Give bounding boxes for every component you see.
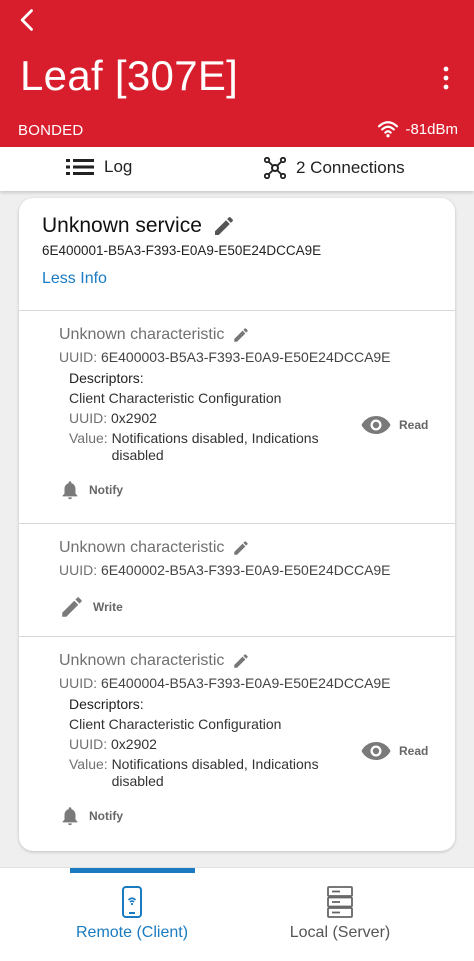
less-info-link[interactable]: Less Info [42,270,107,288]
more-vert-icon[interactable] [434,64,458,92]
connections-tab-label: 2 Connections [296,158,405,177]
wifi-icon [378,121,399,138]
write-button[interactable]: Write [59,594,123,620]
uuid-label: UUID: [69,736,108,752]
service-name: Unknown service [42,214,202,237]
local-server-label: Local (Server) [289,924,391,941]
pencil-icon [62,597,82,617]
characteristic-item: Unknown characteristic UUID: 6E400002-B5… [19,523,455,636]
descriptor-uuid-row: UUID: 0x2902 [69,410,157,426]
back-arrow-icon[interactable] [14,6,42,34]
uuid-label: UUID: [69,410,108,426]
value-label: Value: [69,756,108,772]
descriptor-uuid: 0x2902 [111,736,157,752]
edit-icon[interactable] [232,652,250,670]
device-title: Leaf [307E] [20,52,239,99]
bell-icon [62,481,78,500]
write-label: Write [93,600,123,614]
server-icon [327,886,353,918]
characteristic-name: Unknown characteristic [59,326,225,343]
remote-client-label: Remote (Client) [75,924,189,941]
edit-icon[interactable] [232,539,250,557]
service-name-row: Unknown service [42,214,236,238]
descriptor-name: Client Characteristic Configuration [69,716,282,732]
characteristic-name: Unknown characteristic [59,652,225,669]
bottom-navigation: Remote (Client) Local (Server) [0,867,474,961]
characteristic-uuid-row: UUID: 6E400004-B5A3-F393-E0A9-E50E24DCCA… [59,675,391,691]
service-uuid: 6E400001-B5A3-F393-E0A9-E50E24DCCA9E [42,243,322,258]
characteristic-uuid: 6E400003-B5A3-F393-E0A9-E50E24DCCA9E [101,349,391,365]
characteristic-item: Unknown characteristic UUID: 6E400003-B5… [19,310,455,523]
active-tab-indicator [70,868,195,873]
characteristic-name-row: Unknown characteristic [59,539,250,557]
notify-label: Notify [89,483,123,497]
uuid-label: UUID: [59,675,98,691]
read-button[interactable]: Read [361,741,428,761]
read-label: Read [399,744,429,758]
characteristic-name: Unknown characteristic [59,539,225,556]
notify-button[interactable]: Notify [59,804,123,828]
descriptor-uuid-row: UUID: 0x2902 [69,736,157,752]
descriptor-name: Client Characteristic Configuration [69,390,282,406]
uuid-label: UUID: [59,562,98,578]
descriptor-value-row: Value: Notifications disabled, Indicatio… [69,756,359,790]
read-button[interactable]: Read [361,415,428,435]
edit-icon[interactable] [212,214,236,238]
characteristic-name-row: Unknown characteristic [59,652,250,670]
eye-icon [361,416,391,434]
remote-client-tab[interactable]: Remote (Client) [62,886,202,942]
descriptor-value: Notifications disabled, Indications disa… [111,430,319,463]
service-card: Unknown service 6E400001-B5A3-F393-E0A9-… [19,198,455,851]
descriptor-uuid: 0x2902 [111,410,157,426]
read-label: Read [399,418,429,432]
edit-icon[interactable] [232,326,250,344]
top-tab-bar: Log 2 Connections [0,147,474,191]
notify-label: Notify [89,809,123,823]
value-label: Value: [69,430,108,446]
phone-bluetooth-icon [122,886,142,918]
characteristic-uuid: 6E400004-B5A3-F393-E0A9-E50E24DCCA9E [101,675,391,691]
log-tab[interactable]: Log [66,157,132,177]
characteristic-uuid-row: UUID: 6E400002-B5A3-F393-E0A9-E50E24DCCA… [59,562,391,578]
rssi-indicator: -81dBm [377,120,458,138]
list-icon [66,159,94,175]
rssi-value: -81dBm [405,120,458,138]
uuid-label: UUID: [59,349,98,365]
descriptors-title: Descriptors: [69,696,144,712]
log-tab-label: Log [104,157,133,176]
bell-icon [62,807,78,826]
descriptors-title: Descriptors: [69,370,144,386]
app-bar: Leaf [307E] BONDED -81dBm [0,0,474,147]
hub-icon [264,157,286,179]
characteristic-uuid-row: UUID: 6E400003-B5A3-F393-E0A9-E50E24DCCA… [59,349,391,365]
descriptor-value-row: Value: Notifications disabled, Indicatio… [69,430,359,464]
local-server-tab[interactable]: Local (Server) [270,886,410,942]
bond-status: BONDED [18,122,84,139]
connections-tab[interactable]: 2 Connections [264,157,405,179]
characteristic-item: Unknown characteristic UUID: 6E400004-B5… [19,636,455,851]
notify-button[interactable]: Notify [59,478,123,502]
characteristic-uuid: 6E400002-B5A3-F393-E0A9-E50E24DCCA9E [101,562,391,578]
eye-icon [361,742,391,760]
characteristic-name-row: Unknown characteristic [59,326,250,344]
descriptor-value: Notifications disabled, Indications disa… [111,756,319,789]
